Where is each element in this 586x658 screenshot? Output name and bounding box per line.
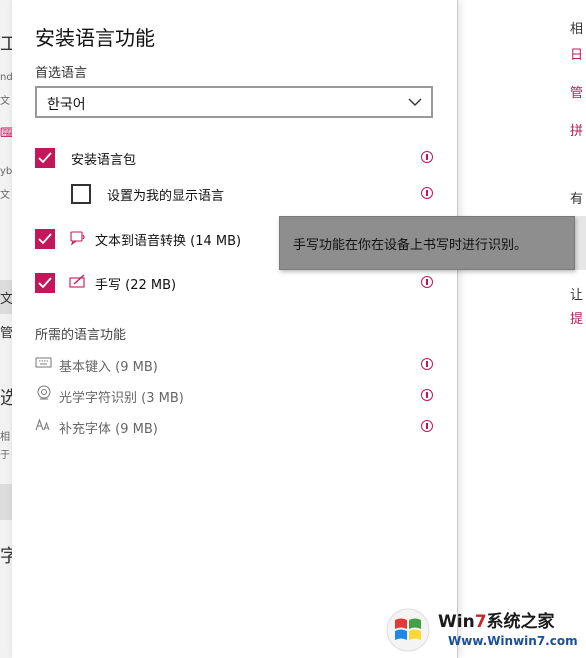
- required-feature-item: 补充字体 (9 MB): [12, 415, 458, 445]
- watermark: Win7系统之家 Www.Winwin7.com: [386, 604, 584, 654]
- bg-right-fragment: 让: [570, 288, 584, 303]
- bg-right-fragment[interactable]: 提: [570, 308, 586, 327]
- required-feature-label: 光学字符识别 (3 MB): [59, 391, 184, 406]
- background-left-panel: 工 nd 文 ⌨ yb 文 文 管 选 相 于 字: [0, 0, 12, 658]
- preferred-language-dropdown[interactable]: 한국어: [35, 86, 433, 118]
- option-handwriting[interactable]: 手写 (22 MB): [12, 271, 458, 301]
- required-feature-item: 光学字符识别 (3 MB): [12, 384, 458, 414]
- bg-left-fragment: ⌨: [0, 126, 12, 141]
- bg-left-fragment: 文: [0, 190, 10, 201]
- watermark-brand: Win7系统之家: [438, 612, 555, 632]
- required-feature-item: 基本键入 (9 MB): [12, 353, 458, 383]
- bg-left-fragment: 工: [0, 34, 12, 55]
- display-language-checkbox[interactable]: [71, 184, 91, 204]
- language-pack-checkbox[interactable]: [35, 148, 55, 168]
- language-pack-label: 安装语言包: [71, 153, 137, 168]
- bg-left-fragment: 于: [0, 450, 10, 461]
- bg-right-fragment: 有: [570, 192, 584, 207]
- tooltip-text: 手写功能在你在设备上书写时进行识别。: [293, 238, 528, 253]
- watermark-url: Www.Winwin7.com: [448, 634, 578, 648]
- required-features-heading: 所需的语言功能: [35, 328, 127, 343]
- speech-icon: [70, 231, 85, 246]
- info-icon[interactable]: [421, 358, 433, 370]
- display-language-label: 设置为我的显示语言: [107, 189, 225, 204]
- selected-language: 한국어: [47, 97, 86, 113]
- bg-left-fragment: 选: [0, 388, 12, 409]
- bg-left-fragment: yb: [0, 166, 12, 177]
- bg-right-fragment: 相: [570, 22, 584, 37]
- bg-left-fragment: 相: [0, 432, 10, 443]
- handwriting-label: 手写 (22 MB): [95, 278, 177, 293]
- handwriting-icon: [69, 274, 85, 288]
- chevron-down-icon: [408, 98, 422, 106]
- option-display-language[interactable]: 设置为我的显示语言: [12, 182, 458, 212]
- info-icon[interactable]: [421, 151, 433, 163]
- bg-left-fragment: 管: [0, 326, 12, 341]
- info-icon[interactable]: [421, 389, 433, 401]
- info-icon[interactable]: [421, 276, 433, 288]
- text-to-speech-label: 文本到语音转换 (14 MB): [95, 234, 242, 249]
- ocr-icon: [37, 385, 51, 400]
- windows-logo-icon: [386, 608, 430, 652]
- flyout-title: 安装语言功能: [35, 26, 155, 50]
- option-language-pack[interactable]: 安装语言包: [12, 146, 458, 176]
- background-right-panel: 相 日 管 拼 有 获 让 提: [458, 0, 586, 658]
- text-to-speech-checkbox[interactable]: [35, 229, 55, 249]
- bg-right-fragment[interactable]: 管: [570, 82, 586, 101]
- bg-left-fragment: 字: [0, 546, 12, 567]
- bg-left-fragment: nd: [0, 72, 12, 83]
- install-language-features-flyout: 安装语言功能 首选语言 한국어 安装语言包 设置为我的显示语言 文本到语音转换 …: [12, 0, 458, 658]
- required-feature-label: 补充字体 (9 MB): [59, 422, 158, 437]
- bg-left-fragment: 文: [0, 96, 10, 107]
- keyboard-icon: [35, 357, 52, 368]
- bg-right-fragment[interactable]: 日: [570, 44, 586, 63]
- bg-left-fragment: 文: [0, 292, 12, 307]
- preferred-language-label: 首选语言: [35, 66, 88, 81]
- handwriting-checkbox[interactable]: [35, 273, 55, 293]
- handwriting-tooltip: 手写功能在你在设备上书写时进行识别。: [279, 216, 575, 270]
- info-icon[interactable]: [421, 420, 433, 432]
- required-feature-label: 基本键入 (9 MB): [59, 360, 158, 375]
- info-icon[interactable]: [421, 187, 433, 199]
- font-icon: [35, 418, 50, 431]
- bg-right-fragment[interactable]: 拼: [570, 120, 586, 139]
